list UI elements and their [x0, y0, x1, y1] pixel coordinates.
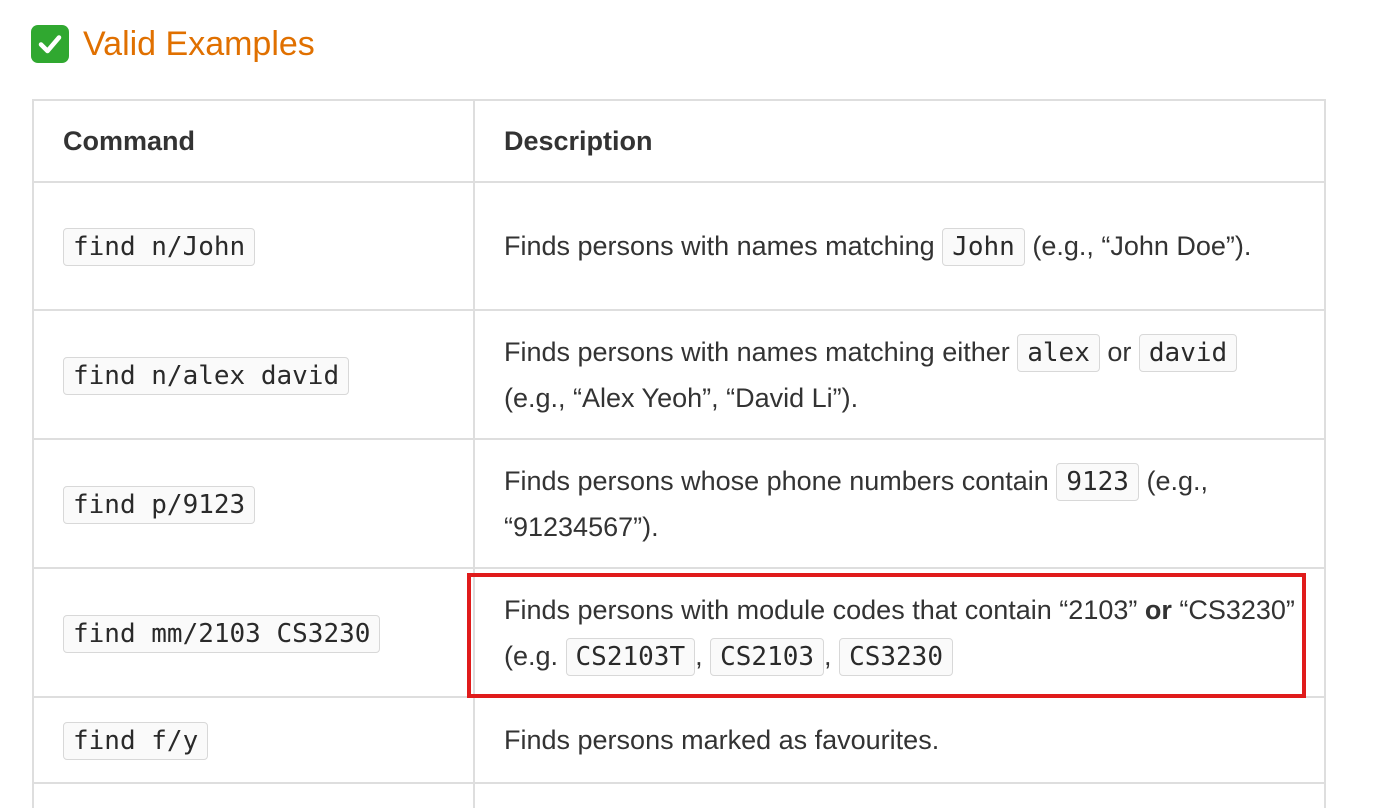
separator-text: ,: [824, 640, 840, 671]
inline-code: CS3230: [839, 637, 953, 676]
description-cell: Finds persons whose phone numbers contai…: [473, 438, 1326, 569]
table-row: find n/John Finds persons with names mat…: [32, 181, 1326, 311]
command-cell: find mm/2103 CS3230: [32, 567, 475, 698]
description-text: Finds persons with names matching either: [504, 336, 1018, 367]
table-header-row: Command Description: [32, 99, 1326, 183]
description-cell: Finds persons with module codes that con…: [467, 567, 1326, 698]
column-header-description: Description: [473, 99, 1326, 183]
inline-code: alex: [1017, 333, 1100, 372]
description-text: (e.g., “John Doe”).: [1024, 231, 1252, 261]
table-row: find n/alex david Finds persons with nam…: [32, 309, 1326, 440]
table-row: [32, 782, 1326, 808]
inline-code: John: [942, 228, 1025, 266]
description-text: or: [1099, 336, 1139, 367]
description-text: Finds persons marked as favourites.: [504, 725, 940, 755]
description-text: Finds persons with module codes that con…: [504, 594, 1145, 625]
table-row: find f/y Finds persons marked as favouri…: [32, 696, 1326, 784]
table-row: find p/9123 Finds persons whose phone nu…: [32, 438, 1326, 569]
command-cell: find n/alex david: [32, 309, 475, 440]
description-cell: Finds persons with names matching John (…: [473, 181, 1326, 311]
description-cell: Finds persons marked as favourites.: [473, 696, 1326, 784]
separator-text: ,: [695, 640, 711, 671]
description-text: Finds persons with names matching: [504, 231, 943, 261]
command-code: find n/alex david: [63, 356, 350, 395]
inline-code: CS2103: [710, 637, 825, 676]
inline-code: CS2103T: [565, 637, 696, 676]
highlight-box: [467, 573, 1306, 698]
command-cell: [32, 782, 475, 808]
description-cell: [473, 782, 1326, 808]
examples-table: Command Description find n/John Finds pe…: [32, 99, 1326, 808]
command-code: find mm/2103 CS3230: [63, 614, 381, 653]
command-cell: find n/John: [32, 181, 475, 311]
command-code: find f/y: [63, 722, 209, 760]
column-header-command: Command: [32, 99, 475, 183]
description-text: (e.g., “Alex Yeoh”, “David Li”).: [504, 382, 859, 413]
inline-code: david: [1138, 333, 1238, 372]
command-cell: find p/9123: [32, 438, 475, 569]
inline-code: 9123: [1056, 462, 1139, 501]
command-code: find n/John: [63, 228, 256, 266]
description-cell: Finds persons with names matching either…: [473, 309, 1326, 440]
section-heading: Valid Examples: [31, 18, 315, 70]
command-cell: find f/y: [32, 696, 475, 784]
check-mark-icon: [31, 25, 69, 63]
section-title: Valid Examples: [83, 25, 315, 63]
table-row: find mm/2103 CS3230 Finds persons with m…: [32, 567, 1326, 698]
bold-text: or: [1144, 594, 1172, 625]
description-text: Finds persons whose phone numbers contai…: [504, 465, 1057, 496]
command-code: find p/9123: [63, 485, 256, 524]
